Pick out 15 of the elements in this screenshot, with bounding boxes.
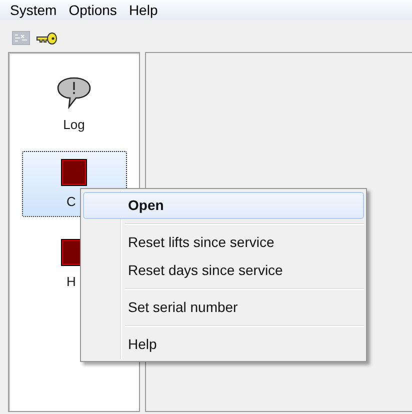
square-icon xyxy=(61,159,87,186)
menu-item[interactable]: Open xyxy=(83,192,364,219)
menu-item[interactable]: Reset lifts since service xyxy=(83,229,364,256)
menu-item[interactable]: Help xyxy=(83,331,364,358)
menu-item[interactable]: Help xyxy=(122,2,164,18)
menu-item[interactable]: Set serial number xyxy=(83,294,364,321)
sidebar-item[interactable]: Log xyxy=(22,71,126,137)
menu-item[interactable]: Reset days since service xyxy=(83,257,364,284)
item-label: Log xyxy=(63,116,85,132)
menu-item[interactable]: Options xyxy=(62,2,123,18)
key-icon[interactable] xyxy=(36,31,58,45)
item-label: H xyxy=(66,274,76,289)
menu-item[interactable]: System xyxy=(4,2,63,18)
item-label: C xyxy=(66,194,76,209)
speech-bubble-icon xyxy=(57,76,91,108)
